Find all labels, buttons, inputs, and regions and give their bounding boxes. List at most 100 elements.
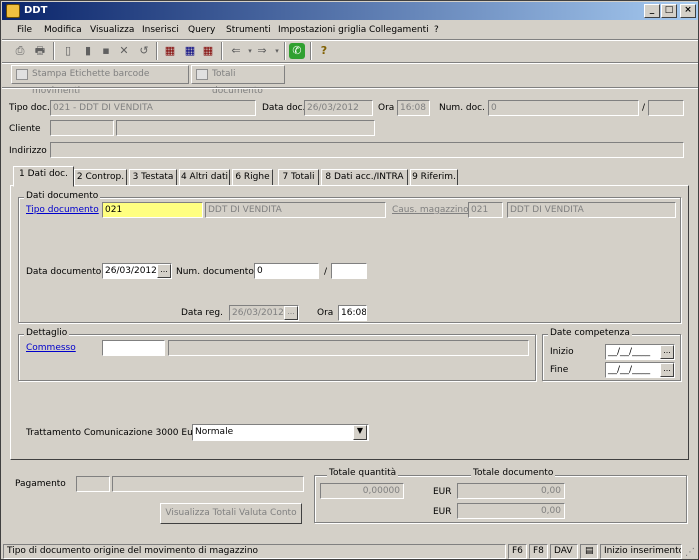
toolbar-separator [310,42,312,60]
num-doc-label: Num. doc. [439,103,485,113]
indirizzo-label: Indirizzo [9,146,47,156]
tab-controp[interactable]: 2 Controp. [74,169,127,186]
fine-calendar-button[interactable]: ... [660,363,674,377]
num-documento-input[interactable]: 0 [254,263,319,279]
caus-magazzino-code-field: 021 [468,202,503,218]
toolbar-separator [221,42,223,60]
toolbar-separator-h [2,87,698,89]
totale-quantita-label: Totale quantità [327,468,399,478]
ora-reg-input[interactable]: 16:08 [338,305,367,321]
print-icon[interactable]: 🖶 [31,42,49,60]
status-mode: Inizio inserimento... [600,544,682,559]
indirizzo-field [50,142,684,158]
commesso-name-field [168,340,529,356]
num-documento-label: Num. documento [176,267,254,277]
pagamento-desc-field [112,476,304,492]
num-doc-slash: / [642,103,646,113]
caus-magazzino-link[interactable]: Caus. magazzino [392,205,469,215]
save-icon[interactable]: ▪ [97,42,115,60]
tab-testata[interactable]: 3 Testata [129,169,177,186]
grid-filter-icon[interactable]: ▦ [161,42,179,60]
inizio-calendar-button[interactable]: ... [660,345,674,359]
toolbar-separator [53,42,55,60]
menu-query[interactable]: Query [188,25,215,35]
maximize-button[interactable]: □ [661,4,677,18]
toolbar-separator [156,42,158,60]
close-button[interactable]: × [680,4,696,18]
totale-documento-field: 0,00 [457,483,565,499]
new-icon[interactable]: ▯ [59,42,77,60]
tipo-documento-link[interactable]: Tipo documento [26,205,99,215]
ddt-window: DDT _ □ × File Modifica Visualizza Inser… [0,0,699,560]
ora-field: 16:08 [397,100,430,116]
visualizza-totali-button[interactable]: Visualizza Totali Valuta Conto [160,503,302,524]
menu-impostazioni-griglia[interactable]: Impostazioni griglia [278,25,366,35]
tipo-documento-desc-field: DDT DI VENDITA [205,202,386,218]
ora-reg-label: Ora [317,308,334,318]
data-doc-label: Data doc. [262,103,306,113]
stampa-etichette-label: Stampa Etichette barcode movimenti [32,69,150,96]
data-reg-calendar-button: ... [284,306,298,320]
cliente-label: Cliente [9,124,41,134]
data-documento-label: Data documento [26,267,102,277]
calculator-icon [196,69,208,80]
menu-inserisci[interactable]: Inserisci [142,25,179,35]
tab-altri-dati[interactable]: 4 Altri dati [179,169,230,186]
minimize-button[interactable]: _ [644,4,660,18]
trattamento-label: Trattamento Comunicazione 3000 Euro [26,428,202,438]
totale-documento-label: Totale documento [471,468,556,478]
barcode-print-icon [16,69,28,80]
num-documento-slash: / [324,267,328,277]
caus-magazzino-desc-field: DDT DI VENDITA [507,202,676,218]
tab-riferim[interactable]: 9 Riferim. [410,169,458,186]
duplicate-icon[interactable]: ▮ [79,42,97,60]
undo-icon[interactable]: ↺ [135,42,153,60]
window-title: DDT [24,5,48,16]
data-doc-field: 26/03/2012 [304,100,373,116]
dati-documento-title: Dati documento [24,191,101,201]
totale-valuta-field: 0,00 [457,503,565,519]
status-message: Tipo di documento origine del movimento … [3,544,506,559]
title-bar[interactable]: DDT _ □ × [2,2,698,20]
help-icon[interactable]: ? [315,42,333,60]
eur-label-2: EUR [433,507,452,517]
app-icon [6,4,20,18]
grid-icon[interactable]: ▦ [181,42,199,60]
delete-icon[interactable]: ✕ [115,42,133,60]
tipo-documento-code-input[interactable]: 021 [102,202,203,218]
tab-righe[interactable]: 6 Righe [232,169,273,186]
num-doc-suffix-field [648,100,684,116]
totale-quantita-field: 0,00000 [320,483,404,499]
commesso-code-input[interactable] [102,340,165,356]
commesso-link[interactable]: Commesso [26,343,76,353]
tab-dati-doc[interactable]: 1 Dati doc. [13,166,74,187]
ora-label: Ora [378,103,395,113]
menu-help[interactable]: ? [434,25,439,35]
data-documento-calendar-button[interactable]: ... [157,264,171,278]
status-user: DAV [550,544,578,559]
trattamento-select[interactable]: Normale [192,424,369,441]
print-preview-icon[interactable]: ⎙ [11,42,29,60]
totali-documento-button[interactable]: Totali documento [191,65,285,96]
trattamento-dropdown-button[interactable]: ▼ [353,425,367,440]
tipo-doc-label: Tipo doc. [9,103,50,113]
status-doc-icon: ▤ [580,544,598,559]
cliente-name-field [116,120,375,136]
dettaglio-title: Dettaglio [24,328,70,338]
stampa-etichette-button[interactable]: Stampa Etichette barcode movimenti [11,65,189,96]
menu-visualizza[interactable]: Visualizza [90,25,134,35]
resize-grip-icon[interactable]: ⋰ [685,547,697,559]
menu-strumenti[interactable]: Strumenti [226,25,271,35]
num-documento-suffix-input[interactable] [331,263,367,279]
phone-icon[interactable]: ✆ [289,43,305,59]
inizio-label: Inizio [550,347,574,357]
grid-delete-icon[interactable]: ▦ [199,42,217,60]
menu-file[interactable]: File [17,25,32,35]
menu-collegamenti[interactable]: Collegamenti [369,25,429,35]
trattamento-value: Normale [195,427,234,437]
menu-modifica[interactable]: Modifica [44,25,82,35]
menu-separator [2,39,698,41]
tab-totali[interactable]: 7 Totali [278,169,319,186]
tab-dati-acc-intra[interactable]: 8 Dati acc./INTRA [321,169,408,186]
eur-label-1: EUR [433,487,452,497]
